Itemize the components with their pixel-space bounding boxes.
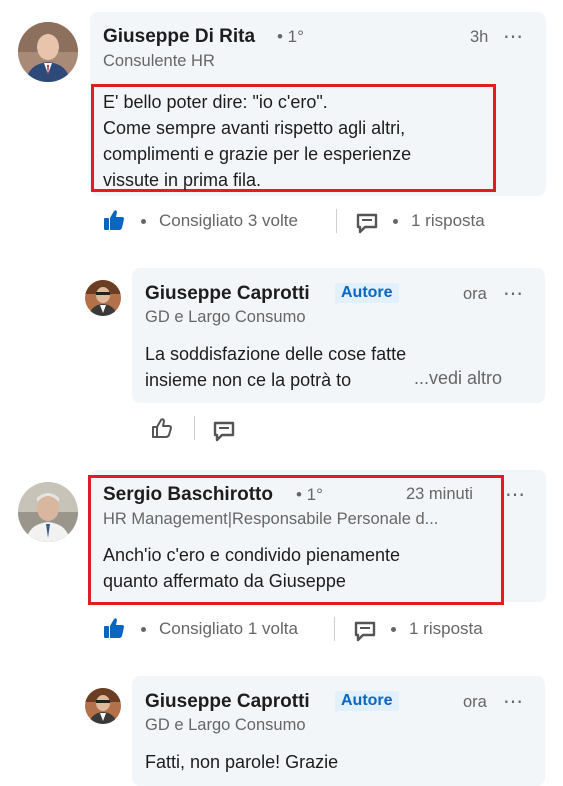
comment-text: E' bello poter dire: "io c'ero". Come se… <box>103 89 488 193</box>
comment-text-line: E' bello poter dire: "io c'ero". <box>103 92 328 112</box>
author-name[interactable]: Giuseppe Di Rita <box>103 26 255 48</box>
more-options-icon[interactable]: ⋯ <box>503 689 524 714</box>
author-headline: GD e Largo Consumo <box>145 308 306 326</box>
comment-time: ora <box>463 285 487 303</box>
comment-text-line: complimenti e grazie per le esperienze <box>103 144 412 164</box>
separator-dot <box>141 219 146 224</box>
avatar[interactable] <box>18 22 78 82</box>
author-badge: Autore <box>335 283 399 303</box>
comment-icon[interactable] <box>356 212 378 239</box>
comment-icon[interactable] <box>354 620 376 647</box>
more-options-icon[interactable]: ⋯ <box>505 482 526 507</box>
divider <box>194 416 195 440</box>
connection-degree: • 1° <box>296 485 323 504</box>
author-headline: Consulente HR <box>103 52 215 70</box>
separator-dot <box>391 627 396 632</box>
thumbs-up-icon[interactable] <box>103 616 125 645</box>
author-name[interactable]: Sergio Baschirotto <box>103 484 273 506</box>
comment-text: Fatti, non parole! Grazie <box>145 749 525 775</box>
avatar[interactable] <box>85 280 121 316</box>
comment-time: 3h <box>470 28 489 46</box>
comment-text-line: Come sempre avanti rispetto agli altri, <box>103 118 406 138</box>
comment-text-line: quanto affermato da Giuseppe <box>103 571 346 591</box>
separator-dot <box>141 627 146 632</box>
separator-dot <box>393 219 398 224</box>
likes-count-link[interactable]: Consigliato 1 volta <box>159 619 298 639</box>
author-headline: HR Management|Responsabile Personale d..… <box>103 510 439 528</box>
divider <box>334 617 335 641</box>
avatar[interactable] <box>18 482 78 542</box>
see-more-link[interactable]: ...vedi altro <box>408 368 503 389</box>
comment-text: Anch'io c'ero e condivido pienamente qua… <box>103 542 493 594</box>
avatar[interactable] <box>85 688 121 724</box>
comment-text-line: Fatti, non parole! Grazie <box>145 752 339 772</box>
thumbs-up-icon[interactable] <box>103 208 125 237</box>
comment-text-line: Anch'io c'ero e condivido pienamente <box>103 545 401 565</box>
likes-count-link[interactable]: Consigliato 3 volte <box>159 211 298 231</box>
author-headline: GD e Largo Consumo <box>145 716 306 734</box>
more-options-icon[interactable]: ⋯ <box>503 281 524 306</box>
author-name[interactable]: Giuseppe Caprotti <box>145 283 310 305</box>
author-badge: Autore <box>335 691 399 711</box>
comment-icon[interactable] <box>213 420 235 447</box>
author-name[interactable]: Giuseppe Caprotti <box>145 691 310 713</box>
thumbs-up-outline-icon[interactable] <box>150 416 174 445</box>
divider <box>336 209 337 233</box>
comment-time: 23 minuti <box>406 485 473 503</box>
comment-text-line: vissute in prima fila. <box>103 170 262 190</box>
replies-count-link[interactable]: 1 risposta <box>409 619 483 639</box>
replies-count-link[interactable]: 1 risposta <box>411 211 485 231</box>
connection-degree: • 1° <box>277 27 304 46</box>
more-options-icon[interactable]: ⋯ <box>503 24 524 49</box>
comment-text-line: La soddisfazione delle cose fatte <box>145 344 407 364</box>
comment-time: ora <box>463 693 487 711</box>
